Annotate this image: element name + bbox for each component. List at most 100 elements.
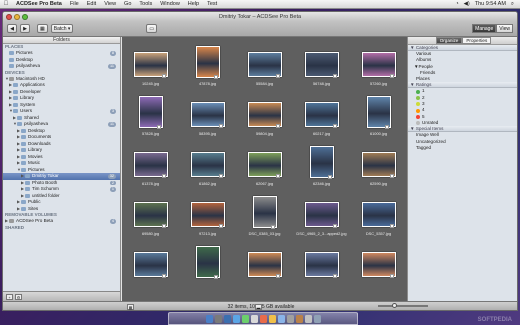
menu-test[interactable]: Test (203, 1, 221, 7)
menu-tools[interactable]: Tools (135, 1, 156, 7)
thumbnail-checkbox[interactable] (271, 225, 275, 229)
iphoto-icon[interactable] (268, 314, 276, 323)
grid-view-button[interactable]: ▦ (127, 304, 134, 310)
thumbnail-cell[interactable]: 61378.jpg (122, 143, 179, 187)
thumbnail-size-slider[interactable] (378, 303, 428, 308)
address-book-icon[interactable] (250, 314, 258, 323)
thumbnail-cell[interactable] (293, 243, 350, 287)
view-button[interactable]: View (496, 24, 513, 33)
thumbnail-image[interactable] (195, 246, 220, 278)
tree-row-acdsee-volume[interactable]: ▶ ACDSee Pro Beta 4 (3, 218, 120, 225)
thumbnail-cell[interactable]: 57260.jpg (350, 43, 407, 87)
thumbnail-cell[interactable]: 62590.jpg (350, 143, 407, 187)
preferences-icon[interactable] (286, 314, 294, 323)
thumbnail-checkbox[interactable] (219, 224, 223, 228)
thumbnail-checkbox[interactable] (162, 274, 166, 278)
thumbnail-image[interactable] (195, 46, 220, 78)
trash-icon[interactable] (313, 314, 321, 323)
menu-help[interactable]: Help (184, 1, 203, 7)
manage-button[interactable]: Manage (472, 24, 497, 33)
thumbnail-checkbox[interactable] (219, 124, 223, 128)
thumbnail-cell[interactable]: 56748.jpg (293, 43, 350, 87)
add-folder-button[interactable]: + (6, 293, 13, 300)
spotlight-icon[interactable]: ⌕ (511, 1, 514, 8)
thumbnail-cell[interactable]: 47878.jpg (179, 43, 236, 87)
thumbnail-checkbox[interactable] (390, 224, 394, 228)
thumbnail-cell[interactable]: 10245.jpg (122, 43, 179, 87)
ichat-icon[interactable] (241, 314, 249, 323)
menu-file[interactable]: File (66, 1, 83, 7)
tab-properties[interactable]: Properties (462, 36, 492, 45)
thumbnail-cell[interactable]: DSC_0385_03.jpg (236, 193, 293, 237)
dashboard-icon[interactable] (214, 314, 222, 323)
itunes-icon[interactable] (277, 314, 285, 323)
thumbnail-checkbox[interactable] (390, 174, 394, 178)
forward-button[interactable]: ▶ (20, 24, 30, 33)
acdsee-icon[interactable] (295, 314, 303, 323)
thumbnail-checkbox[interactable] (333, 74, 337, 78)
thumbnail-cell[interactable]: 69580.jpg (122, 193, 179, 237)
thumbnail-cell[interactable] (179, 243, 236, 287)
thumbnail-cell[interactable]: 58395.jpg (179, 93, 236, 137)
menubar-clock[interactable]: Thu 9:54 AM (475, 1, 506, 7)
menu-go[interactable]: Go (120, 1, 135, 7)
slider-knob[interactable] (392, 303, 397, 308)
back-button[interactable]: ◀ (7, 24, 17, 33)
folder-options-button[interactable]: ⚙ (15, 293, 22, 300)
thumbnail-checkbox[interactable] (276, 274, 280, 278)
thumbnail-checkbox[interactable] (333, 224, 337, 228)
thumbnail-image[interactable] (138, 96, 163, 128)
menu-edit[interactable]: Edit (83, 1, 100, 7)
thumbnail-cell[interactable]: 57828.jpg (122, 93, 179, 137)
thumbnail-checkbox[interactable] (333, 274, 337, 278)
thumbnail-checkbox[interactable] (276, 124, 280, 128)
thumbnail-checkbox[interactable] (219, 174, 223, 178)
finder-icon[interactable] (205, 314, 213, 323)
thumbnail-checkbox[interactable] (390, 74, 394, 78)
thumbnail-checkbox[interactable] (390, 274, 394, 278)
tree-row-home[interactable]: psilyasheva 11 (3, 63, 120, 70)
menu-window[interactable]: Window (156, 1, 184, 7)
apple-icon[interactable]:  (0, 1, 12, 7)
thumbnail-checkbox[interactable] (385, 125, 389, 129)
thumbnail-cell[interactable]: 61000.jpg (350, 93, 407, 137)
thumbnail-checkbox[interactable] (162, 174, 166, 178)
mail-icon[interactable] (223, 314, 231, 323)
thumbnail-checkbox[interactable] (276, 74, 280, 78)
thumbnail-checkbox[interactable] (157, 125, 161, 129)
thumbnail-image[interactable] (252, 196, 277, 228)
thumbnail-checkbox[interactable] (162, 74, 166, 78)
wifi-icon[interactable]: ◔ (455, 1, 458, 7)
thumbnail-image[interactable] (366, 96, 391, 128)
thumbnail-checkbox[interactable] (333, 124, 337, 128)
view-mode-button[interactable]: ▦ (37, 24, 48, 33)
thumbnail-checkbox[interactable] (276, 174, 280, 178)
thumbnail-checkbox[interactable] (214, 75, 218, 79)
thumbnail-cell[interactable] (236, 243, 293, 287)
thumbnail-cell[interactable]: 62346.jpg (293, 143, 350, 187)
thumbnail-cell[interactable]: 55584.jpg (236, 43, 293, 87)
thumbnail-cell[interactable]: 60217.jpg (293, 93, 350, 137)
safari-icon[interactable] (232, 314, 240, 323)
thumbnail-image[interactable] (309, 146, 334, 178)
tree-row-sites[interactable]: ▶ Sites (3, 206, 120, 213)
ical-icon[interactable] (259, 314, 267, 323)
menu-view[interactable]: View (100, 1, 120, 7)
batch-button[interactable]: Batch ▾ (50, 24, 74, 33)
volume-icon[interactable]: ◀) (464, 1, 470, 7)
menu-app[interactable]: ACDSee Pro Beta (12, 1, 66, 7)
thumbnail-cell[interactable] (350, 243, 407, 287)
thumbnail-cell[interactable] (122, 243, 179, 287)
thumbnail-checkbox[interactable] (214, 275, 218, 279)
downloads-stack-icon[interactable] (304, 314, 312, 323)
thumbnail-cell[interactable]: DSC_4965_2_3...apped2.jpg (293, 193, 350, 237)
thumbnail-cell[interactable]: 62067.jpg (236, 143, 293, 187)
thumbnail-cell[interactable]: 59804.jpg (236, 93, 293, 137)
thumbnail-cell[interactable]: 61862.jpg (179, 143, 236, 187)
thumbnail-cell[interactable]: DSC_5357.jpg (350, 193, 407, 237)
thumbnail-cell[interactable]: 97213.jpg (179, 193, 236, 237)
special-tagged[interactable]: Tagged (408, 145, 517, 151)
filmstrip-button[interactable]: ▬ (255, 304, 262, 310)
thumbnail-checkbox[interactable] (162, 224, 166, 228)
thumbnail-checkbox[interactable] (328, 175, 332, 179)
